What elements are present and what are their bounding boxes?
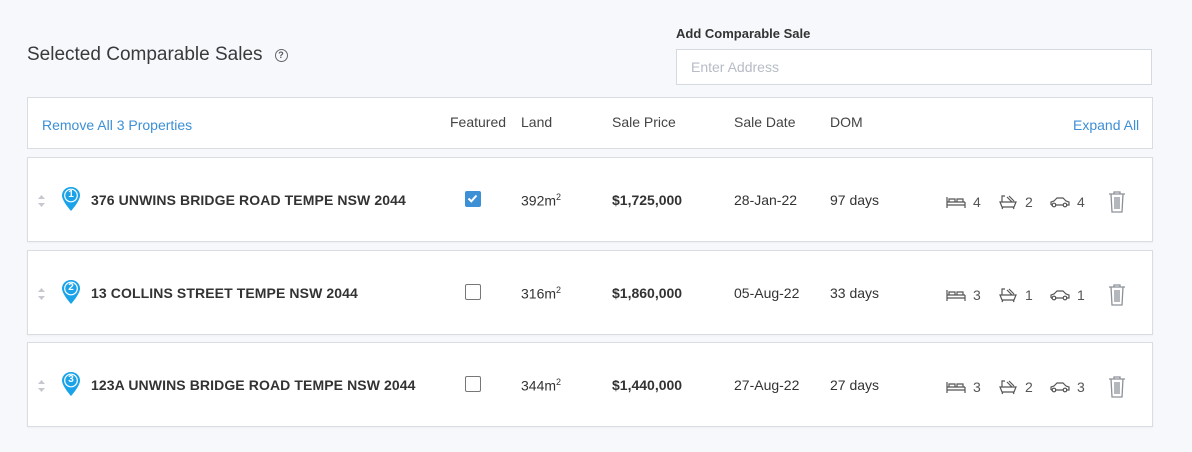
car-icon (1050, 290, 1070, 301)
bath-icon (999, 380, 1017, 395)
bed-icon (946, 382, 966, 393)
car-icon (1050, 197, 1070, 208)
sort-handle-icon[interactable] (37, 379, 46, 393)
land-area: 316m2 (521, 285, 562, 302)
bed-icon (946, 290, 966, 301)
help-icon[interactable]: ? (274, 48, 288, 62)
column-land: Land (521, 114, 553, 130)
cars-count: 1 (1077, 287, 1085, 303)
property-row[interactable]: 1 376 UNWINS BRIDGE ROAD TEMPE NSW 2044 … (27, 157, 1153, 242)
add-sale-label: Add Comparable Sale (676, 26, 811, 41)
cars-feature: 3 (1050, 379, 1085, 395)
cars-feature: 4 (1050, 194, 1085, 210)
property-row[interactable]: 3 123A UNWINS BRIDGE ROAD TEMPE NSW 2044… (27, 342, 1153, 427)
column-dom: DOM (830, 114, 863, 130)
baths-feature: 1 (998, 287, 1033, 303)
map-pin-icon: 1 (61, 186, 81, 212)
bed-icon (946, 197, 966, 208)
pin-number: 1 (68, 189, 74, 200)
property-address[interactable]: 376 UNWINS BRIDGE ROAD TEMPE NSW 2044 (91, 192, 406, 208)
trash-icon[interactable] (1108, 376, 1126, 398)
property-address[interactable]: 123A UNWINS BRIDGE ROAD TEMPE NSW 2044 (91, 377, 416, 393)
bath-icon (999, 195, 1017, 210)
sale-price: $1,440,000 (612, 377, 683, 393)
property-address[interactable]: 13 COLLINS STREET TEMPE NSW 2044 (91, 285, 358, 301)
sort-handle-icon[interactable] (37, 194, 46, 208)
car-icon (1050, 382, 1070, 393)
beds-count: 3 (973, 379, 981, 395)
table-header: Remove All 3 Properties Featured Land Sa… (27, 97, 1153, 149)
baths-feature: 2 (998, 379, 1033, 395)
map-pin-icon: 3 (61, 371, 81, 397)
column-sale-date: Sale Date (734, 114, 796, 130)
sale-price: $1,725,000 (612, 192, 683, 208)
trash-icon[interactable] (1108, 284, 1126, 306)
land-area: 392m2 (521, 192, 562, 209)
featured-checkbox[interactable] (465, 284, 481, 300)
featured-checkbox[interactable] (465, 376, 481, 392)
expand-all-button[interactable]: Expand All (1073, 117, 1139, 133)
sort-handle-icon[interactable] (37, 287, 46, 301)
baths-count: 2 (1025, 379, 1033, 395)
sale-date: 27-Aug-22 (734, 377, 800, 393)
baths-count: 2 (1025, 194, 1033, 210)
section-title: Selected Comparable Sales ? (27, 44, 288, 66)
baths-feature: 2 (998, 194, 1033, 210)
address-search-input[interactable] (676, 49, 1152, 85)
beds-count: 4 (973, 194, 981, 210)
property-row[interactable]: 2 13 COLLINS STREET TEMPE NSW 2044 316m2… (27, 250, 1153, 335)
sale-date: 05-Aug-22 (734, 285, 800, 301)
days-on-market: 97 days (830, 192, 880, 208)
bath-icon (999, 288, 1017, 303)
beds-count: 3 (973, 287, 981, 303)
beds-feature: 3 (946, 287, 981, 303)
pin-number: 3 (68, 374, 74, 385)
days-on-market: 27 days (830, 377, 880, 393)
map-pin-icon: 2 (61, 279, 81, 305)
days-on-market: 33 days (830, 285, 880, 301)
column-featured: Featured (450, 114, 507, 130)
section-title-text: Selected Comparable Sales (27, 44, 263, 65)
cars-count: 4 (1077, 194, 1085, 210)
pin-number: 2 (68, 282, 74, 293)
featured-checkbox[interactable] (465, 191, 481, 207)
sale-date: 28-Jan-22 (734, 192, 798, 208)
cars-count: 3 (1077, 379, 1085, 395)
sale-price: $1,860,000 (612, 285, 683, 301)
land-area: 344m2 (521, 377, 562, 394)
cars-feature: 1 (1050, 287, 1085, 303)
beds-feature: 4 (946, 194, 981, 210)
trash-icon[interactable] (1108, 191, 1126, 213)
beds-feature: 3 (946, 379, 981, 395)
remove-all-button[interactable]: Remove All 3 Properties (42, 117, 192, 133)
column-sale-price: Sale Price (612, 114, 676, 130)
baths-count: 1 (1025, 287, 1033, 303)
